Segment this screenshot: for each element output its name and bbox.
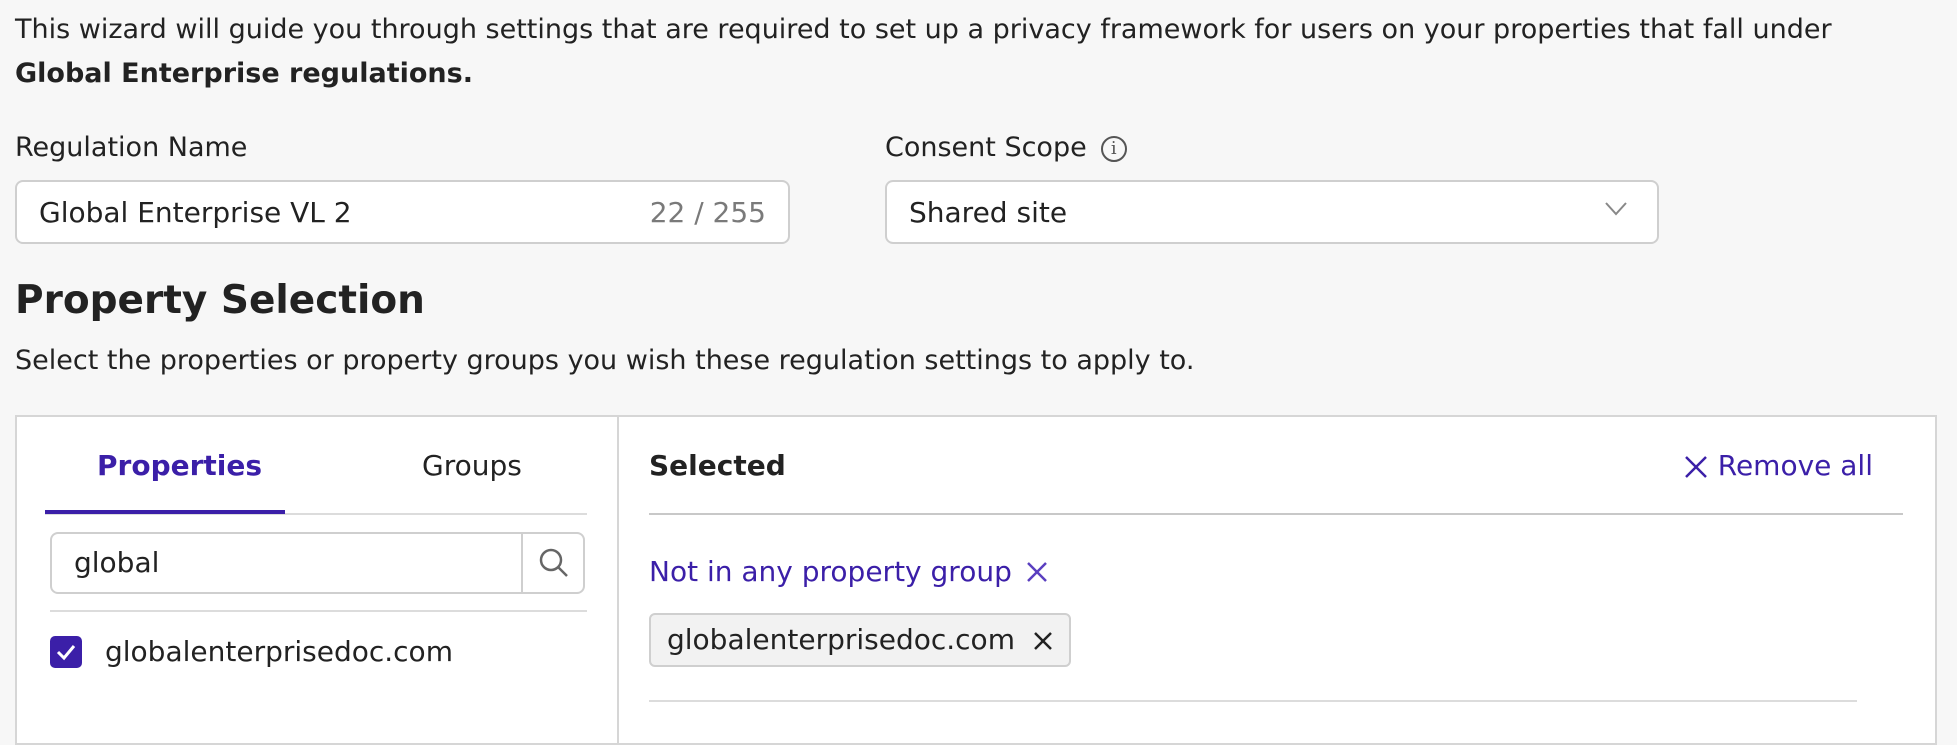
group-label: Not in any property group xyxy=(649,555,1048,588)
search-input[interactable]: global xyxy=(74,546,159,579)
consent-scope-select[interactable]: Shared site xyxy=(885,180,1659,244)
active-tab-indicator xyxy=(45,510,285,514)
remove-all-button[interactable]: Remove all xyxy=(1684,449,1873,482)
chip-divider xyxy=(649,700,1857,702)
property-item-label[interactable]: globalenterprisedoc.com xyxy=(105,635,453,668)
remove-chip-icon[interactable] xyxy=(1033,631,1053,651)
intro-bold: Global Enterprise regulations. xyxy=(15,58,473,89)
property-selection-subtitle: Select the properties or property groups… xyxy=(15,345,1195,376)
consent-scope-value: Shared site xyxy=(909,196,1068,229)
chip-label: globalenterprisedoc.com xyxy=(667,623,1015,656)
consent-scope-label-wrap: Consent Scope i xyxy=(885,132,1127,163)
tab-properties[interactable]: Properties xyxy=(97,449,262,482)
search-icon xyxy=(539,548,568,577)
consent-scope-label: Consent Scope xyxy=(885,132,1087,163)
selected-panel: Selected Remove all Not in any property … xyxy=(617,417,1935,743)
regulation-name-field[interactable]: Global Enterprise VL 2 22 / 255 xyxy=(15,180,790,244)
wizard-intro: This wizard will guide you through setti… xyxy=(15,8,1915,96)
property-picker: Properties Groups global globalenterpris… xyxy=(17,417,619,743)
property-checkbox[interactable] xyxy=(50,636,82,668)
selected-property-chip: globalenterprisedoc.com xyxy=(649,613,1071,667)
regulation-name-label: Regulation Name xyxy=(15,132,248,163)
search-button[interactable] xyxy=(521,534,583,592)
group-label-text: Not in any property group xyxy=(649,555,1012,588)
selected-divider xyxy=(649,513,1903,515)
close-icon xyxy=(1684,456,1707,478)
property-selection-panel: Properties Groups global globalenterpris… xyxy=(15,415,1937,745)
remove-group-icon[interactable] xyxy=(1026,561,1048,583)
checkmark-icon xyxy=(56,645,76,661)
character-counter: 22 / 255 xyxy=(649,196,766,229)
tab-groups[interactable]: Groups xyxy=(422,449,522,482)
search-divider xyxy=(50,610,587,612)
property-selection-title: Property Selection xyxy=(15,278,425,323)
info-icon[interactable]: i xyxy=(1100,135,1127,162)
intro-text: This wizard will guide you through setti… xyxy=(15,14,1832,45)
remove-all-label[interactable]: Remove all xyxy=(1718,449,1873,482)
selected-title: Selected xyxy=(649,449,786,482)
chevron-down-icon xyxy=(1605,202,1627,216)
regulation-name-value[interactable]: Global Enterprise VL 2 xyxy=(39,196,352,229)
property-search[interactable]: global xyxy=(50,532,585,594)
